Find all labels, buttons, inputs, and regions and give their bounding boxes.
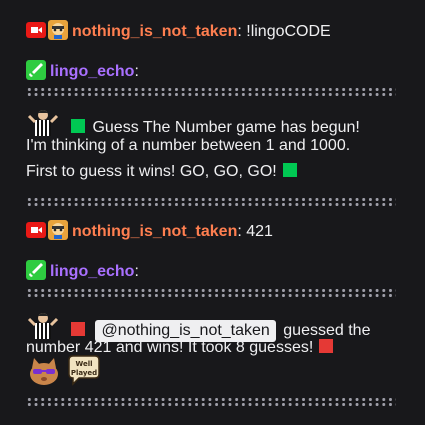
separator-line — [26, 397, 396, 407]
chat-message: nothing_is_not_taken: 421 — [26, 220, 398, 244]
well-played-emote-icon: Well Played — [66, 354, 102, 394]
message-text: : — [134, 63, 139, 80]
green-square-icon — [282, 163, 297, 177]
message-line: First to guess it wins! GO, GO, GO! — [26, 163, 277, 180]
chat-message: lingo_echo: — [26, 60, 398, 84]
svg-text:Well: Well — [75, 360, 92, 368]
message-text: : !lingoCODE — [237, 23, 331, 40]
red-square-icon — [71, 322, 85, 336]
separator-line — [26, 288, 396, 298]
message-line: I'm thinking of a number between 1 and 1… — [26, 137, 351, 154]
chat-message: nothing_is_not_taken: !lingoCODE — [26, 20, 398, 44]
sword-mod-badge-icon[interactable] — [26, 260, 46, 280]
green-square-icon — [71, 119, 85, 133]
chat-message: lingo_echo: — [26, 260, 398, 284]
username[interactable]: nothing_is_not_taken — [72, 223, 237, 240]
avatar-badge-icon[interactable] — [48, 20, 68, 40]
broadcaster-badge-icon[interactable] — [26, 220, 46, 240]
message-text: : 421 — [237, 223, 273, 240]
chat-message-body: First to guess it wins! GO, GO, GO! — [26, 160, 398, 184]
separator-line — [26, 197, 396, 207]
username[interactable]: nothing_is_not_taken — [72, 23, 237, 40]
username[interactable]: lingo_echo — [50, 63, 134, 80]
username[interactable]: lingo_echo — [50, 263, 134, 280]
emote-row: Well Played — [26, 354, 398, 394]
svg-text:Played: Played — [71, 369, 97, 377]
chat-message-body: I'm thinking of a number between 1 and 1… — [26, 134, 398, 158]
separator-line — [26, 87, 396, 97]
red-square-icon — [319, 339, 334, 353]
broadcaster-badge-icon[interactable] — [26, 20, 46, 40]
cat-sunglasses-emote-icon — [26, 354, 62, 394]
avatar-badge-icon[interactable] — [48, 220, 68, 240]
sword-mod-badge-icon[interactable] — [26, 60, 46, 80]
message-text: : — [134, 263, 139, 280]
